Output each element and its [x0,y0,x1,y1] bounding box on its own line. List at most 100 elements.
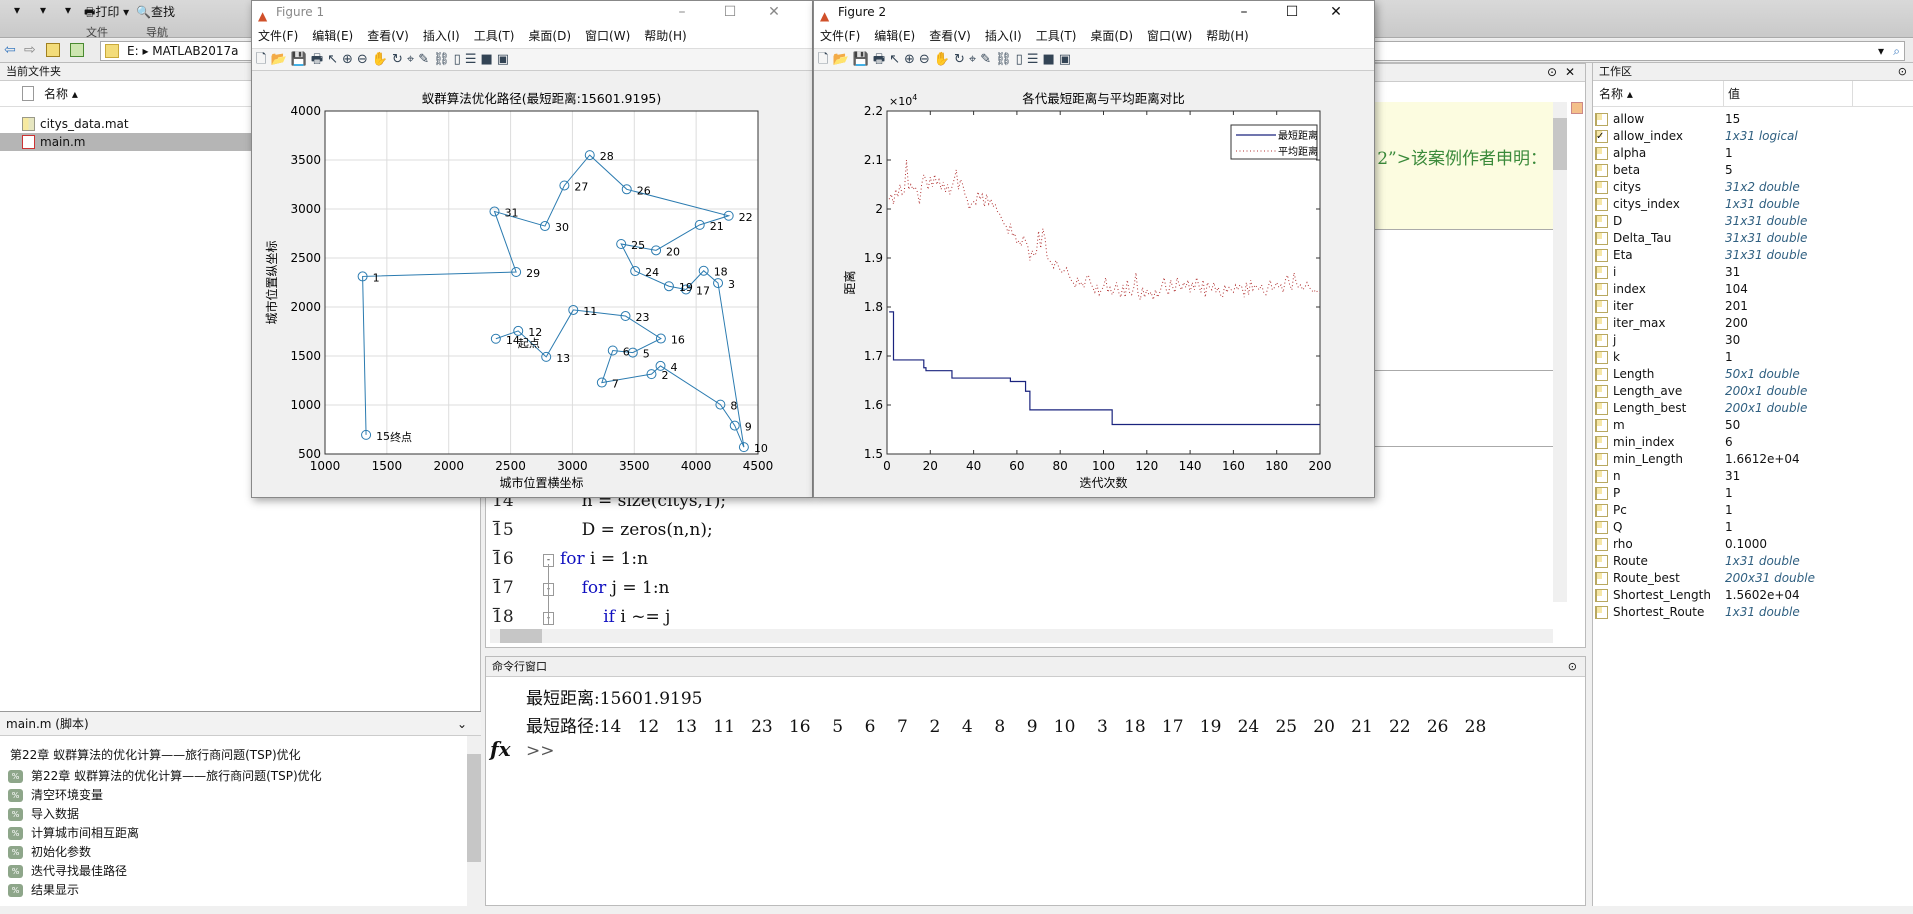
pointer-icon[interactable]: ↖ [889,52,904,67]
workspace-variable[interactable]: Route 1x31 double [1593,553,1913,570]
code-line[interactable]: for j = 1:n [560,578,670,598]
close-button[interactable]: ✕ [754,1,794,23]
zoom-out-icon[interactable]: ⊖ [919,52,934,67]
maximize-button[interactable]: ☐ [710,1,750,23]
horizontal-scrollbar[interactable] [490,629,1553,643]
outline-section[interactable]: % 清空环境变量 [0,786,481,805]
colorbar-icon[interactable]: ▯ [1016,52,1027,67]
back-icon[interactable]: ⇦ [4,42,16,58]
workspace-variable[interactable]: index 104 [1593,281,1913,298]
dropdown-arrow-icon[interactable]: ▾ [1878,42,1884,60]
workspace-variable[interactable]: min_Length 1.6612e+04 [1593,451,1913,468]
close-button[interactable]: ✕ [1316,1,1356,23]
fx-icon[interactable]: fx [490,737,511,761]
workspace-variable[interactable]: alpha 1 [1593,145,1913,162]
new-figure-icon[interactable]: 🗋 [256,52,270,67]
menu-item[interactable]: 帮助(H) [1206,29,1248,43]
outline-section[interactable]: % 计算城市间相互距离 [0,824,481,843]
command-window[interactable]: 命令行窗口 ⊙ 最短距离:15601.9195 最短路径:14 12 13 11 … [485,656,1586,906]
menu-item[interactable]: 工具(T) [474,29,515,43]
workspace-variable[interactable]: m 50 [1593,417,1913,434]
workspace-variable[interactable]: rho 0.1000 [1593,536,1913,553]
print-icon[interactable]: 🖶 [873,52,889,67]
new-figure-icon[interactable]: 🗋 [818,52,832,67]
workspace-variable[interactable]: Shortest_Route 1x31 double [1593,604,1913,621]
panel-menu-icon[interactable]: ⊙ [1547,65,1557,79]
title-bar[interactable]: ▲ Figure 2– ☐ ✕ [814,1,1374,23]
workspace-variable[interactable]: P1 [1593,485,1913,502]
code-analyzer-indicator[interactable] [1571,102,1583,114]
pan-icon[interactable]: ✋ [934,52,954,67]
legend[interactable]: 最短距离平均距离 [1230,124,1318,160]
link-icon[interactable]: ⛓ [995,52,1016,67]
workspace-variable[interactable]: iter_max 200 [1593,315,1913,332]
workspace-variable[interactable]: D 31x31 double [1593,213,1913,230]
workspace-variable[interactable]: ✓ allow_index 1x31 logical [1593,128,1913,145]
data-cursor-icon[interactable]: ⌖ [969,52,980,67]
forward-icon[interactable]: ⇨ [24,42,36,58]
open-icon[interactable]: 📂 [270,52,290,67]
dropdown-arrow-icon[interactable]: ▾ [40,3,46,17]
menu-item[interactable]: 插入(I) [985,29,1022,43]
zoom-in-icon[interactable]: ⊕ [904,52,919,67]
outline-section[interactable]: % 结果显示 [0,881,481,900]
menu-item[interactable]: 文件(F) [820,29,860,43]
column-header-value[interactable]: 值 [1723,81,1853,107]
show-plot-tools-icon[interactable]: ▣ [1059,52,1075,67]
minimize-button[interactable]: – [1224,1,1264,23]
menu-item[interactable]: 桌面(D) [1090,29,1133,43]
hide-plot-tools-icon[interactable]: ■ [1042,52,1058,67]
details-title[interactable]: main.m (脚本) ⌄ [0,712,481,736]
workspace-variable[interactable]: Length_best 200x1 double [1593,400,1913,417]
legend-icon[interactable]: ☰ [465,52,481,67]
dropdown-arrow-icon[interactable]: ▾ [65,3,71,17]
rotate-icon[interactable]: ↻ [954,52,969,67]
save-icon[interactable]: 💾 [853,52,873,67]
menu-item[interactable]: 查看(V) [367,29,409,43]
workspace-variable[interactable]: k1 [1593,349,1913,366]
zoom-out-icon[interactable]: ⊖ [357,52,372,67]
workspace-variable[interactable]: Eta 31x31 double [1593,247,1913,264]
workspace-variable[interactable]: min_index 6 [1593,434,1913,451]
menu-item[interactable]: 插入(I) [423,29,460,43]
chevron-down-icon[interactable]: ⌄ [457,712,467,736]
column-header-name[interactable]: 名称 ▴ [1599,81,1633,107]
menu-item[interactable]: 帮助(H) [644,29,686,43]
up-folder-icon[interactable] [46,43,60,57]
open-icon[interactable]: 📂 [832,52,852,67]
code-line[interactable]: D = zeros(n,n); [560,520,713,540]
outline-section[interactable]: % 导入数据 [0,805,481,824]
menu-item[interactable]: 桌面(D) [528,29,571,43]
workspace-variable[interactable]: Length 50x1 double [1593,366,1913,383]
workspace-variable[interactable]: n 31 [1593,468,1913,485]
browse-folder-icon[interactable] [70,43,84,57]
dropdown-arrow-icon[interactable]: ▾ [14,3,20,17]
workspace-variable[interactable]: j 30 [1593,332,1913,349]
workspace-variable[interactable]: allow 15 [1593,111,1913,128]
close-icon[interactable]: ✕ [1565,65,1575,79]
menu-item[interactable]: 窗口(W) [585,29,630,43]
workspace-variable[interactable]: Length_ave 200x1 double [1593,383,1913,400]
zoom-in-icon[interactable]: ⊕ [342,52,357,67]
panel-menu-icon[interactable]: ⊙ [1898,63,1907,81]
minimize-button[interactable]: – [662,1,702,23]
find-button[interactable]: 🔍查找 [136,3,175,20]
hide-plot-tools-icon[interactable]: ■ [480,52,496,67]
menu-item[interactable]: 窗口(W) [1147,29,1192,43]
pointer-icon[interactable]: ↖ [327,52,342,67]
outline-section[interactable]: % 第22章 蚁群算法的优化计算——旅行商问题(TSP)优化 [0,767,481,786]
print-button[interactable]: 🖶打印 ▾ [84,3,129,24]
print-icon[interactable]: 🖶 [311,52,327,67]
vertical-scrollbar[interactable] [1553,102,1567,602]
rotate-icon[interactable]: ↻ [392,52,407,67]
panel-menu-icon[interactable]: ⊙ [1568,657,1577,677]
menu-item[interactable]: 编辑(E) [312,29,353,43]
workspace-variable[interactable]: Shortest_Length 1.5602e+04 [1593,587,1913,604]
menu-item[interactable]: 文件(F) [258,29,298,43]
code-line[interactable]: if i ~= j [560,607,670,627]
workspace-variable[interactable]: citys 31x2 double [1593,179,1913,196]
workspace-variable[interactable]: Route_best 200x31 double [1593,570,1913,587]
workspace-variable[interactable]: Pc 1 [1593,502,1913,519]
link-icon[interactable]: ⛓ [433,52,454,67]
show-plot-tools-icon[interactable]: ▣ [497,52,513,67]
